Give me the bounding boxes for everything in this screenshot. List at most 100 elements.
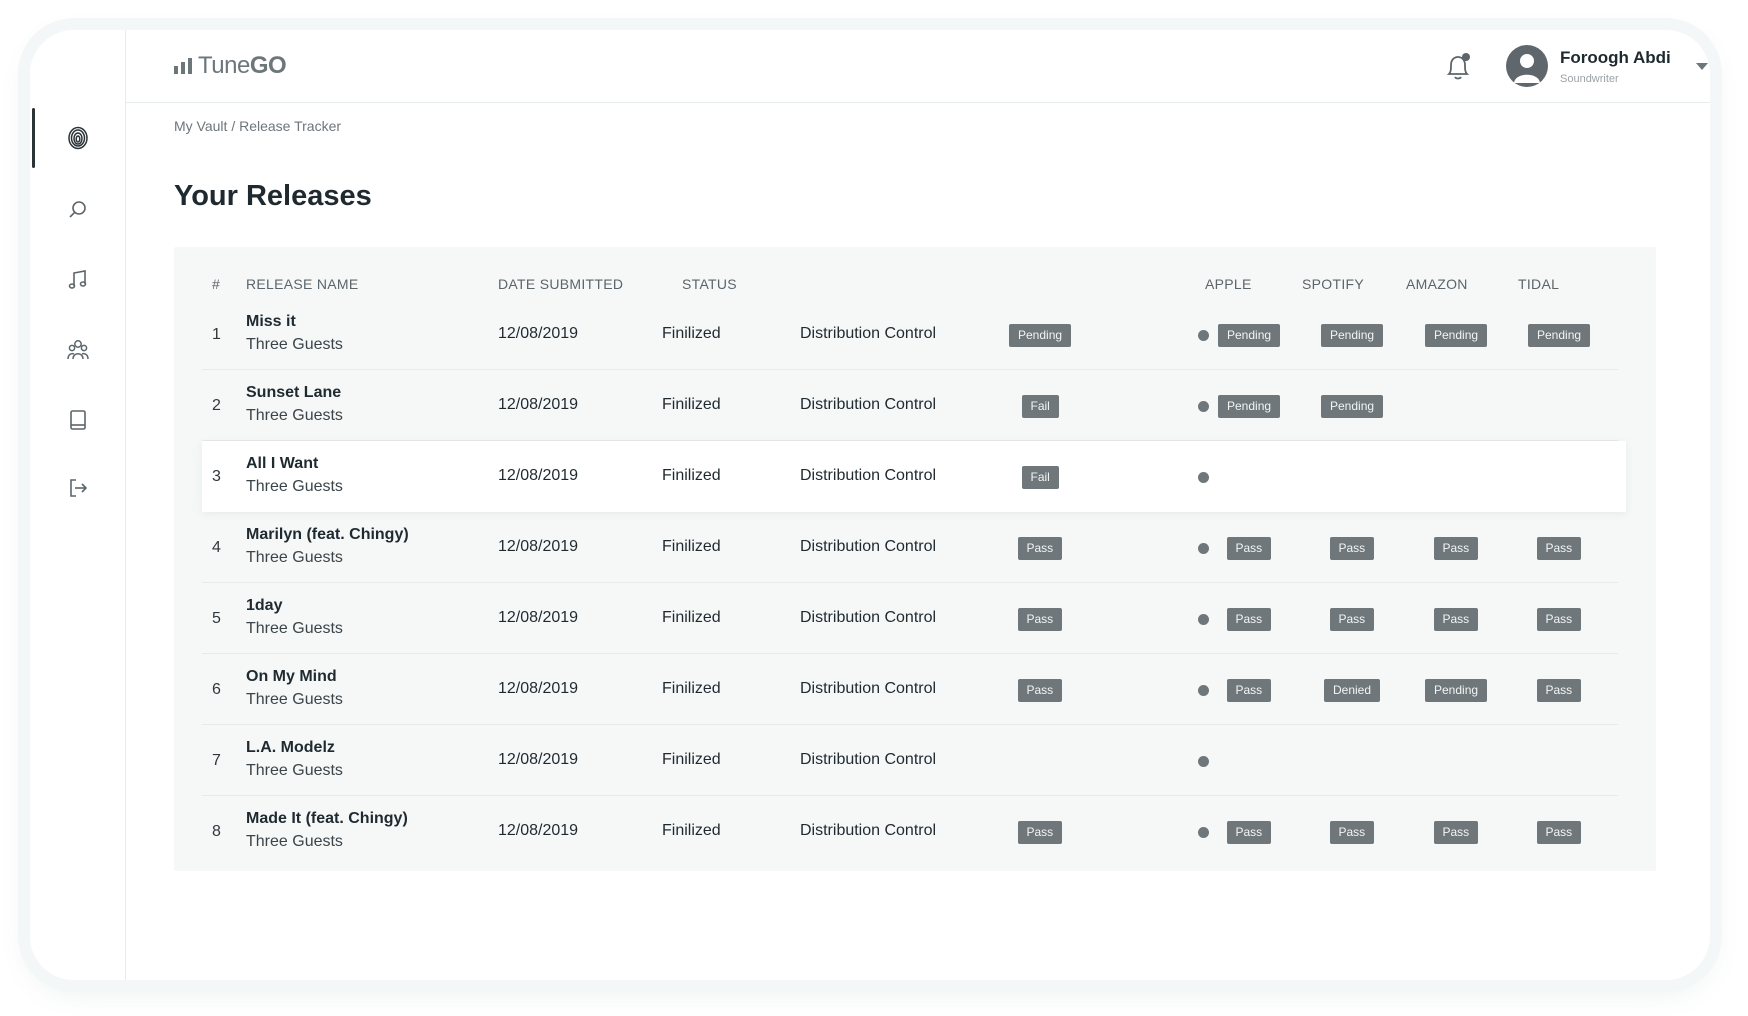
date-submitted: 12/08/2019: [498, 609, 579, 626]
col-header-num: #: [212, 276, 221, 292]
avatar[interactable]: [1506, 45, 1548, 87]
release-name[interactable]: Sunset Lane: [246, 384, 341, 402]
status-dot: [1198, 401, 1209, 412]
overall-status-badge: Fail: [1021, 466, 1059, 489]
table-row[interactable]: 5 1day Three Guests 12/08/2019 Finilized Dist…: [202, 583, 1618, 654]
spotify-status-badge: Pending: [1321, 324, 1384, 347]
music-note-icon: [68, 270, 87, 289]
breadcrumb[interactable]: My Vault / Release Tracker: [174, 118, 341, 134]
table-row[interactable]: 3 All I Want Three Guests 12/08/2019 Finiliz…: [202, 441, 1626, 512]
release-name[interactable]: 1day: [246, 597, 282, 615]
date-submitted: 12/08/2019: [498, 680, 579, 697]
distribution-control-link[interactable]: Distribution Control: [800, 680, 936, 698]
table-row[interactable]: 1 Miss it Three Guests 12/08/2019 Finilized D…: [202, 299, 1618, 370]
apple-status-badge: Pending: [1218, 395, 1281, 418]
date-submitted: 12/08/2019: [498, 538, 579, 555]
col-header-status[interactable]: STATUS: [682, 276, 737, 292]
user-name[interactable]: Foroogh Abdi: [1560, 48, 1671, 68]
chevron-down-icon[interactable]: [1696, 63, 1708, 70]
release-artist: Three Guests: [246, 336, 343, 353]
table-row[interactable]: 4 Marilyn (feat. Chingy) Three Guests 12/08…: [202, 512, 1618, 583]
fingerprint-icon: [68, 126, 88, 150]
table-row[interactable]: 6 On My Mind Three Guests 12/08/2019 Finiliz…: [202, 654, 1618, 725]
release-artist: Three Guests: [246, 407, 343, 424]
release-status: Finilized: [662, 325, 721, 342]
sidebar-item-logout[interactable]: [30, 458, 126, 518]
release-artist: Three Guests: [246, 549, 343, 566]
release-artist: Three Guests: [246, 833, 343, 850]
tunego-logo[interactable]: Tune GO: [174, 52, 287, 80]
tidal-status-badge: Pass: [1536, 608, 1582, 631]
distribution-control-link[interactable]: Distribution Control: [800, 822, 936, 840]
col-header-amazon: AMAZON: [1406, 276, 1468, 292]
notification-bell[interactable]: [1443, 50, 1475, 84]
sidebar-item-vault[interactable]: [30, 108, 126, 168]
app-window: Tune GO Foroogh Abdi Soundwriter My Vault…: [30, 30, 1710, 980]
status-dot: [1198, 330, 1209, 341]
overall-status-badge: Pass: [1017, 608, 1063, 631]
distribution-control-link[interactable]: Distribution Control: [800, 396, 936, 414]
col-header-date-submitted[interactable]: DATE SUBMITTED: [498, 276, 623, 292]
release-artist: Three Guests: [246, 762, 343, 779]
status-dot: [1198, 614, 1209, 625]
bell-icon: [1446, 53, 1470, 80]
release-name[interactable]: L.A. Modelz: [246, 739, 335, 757]
release-status: Finilized: [662, 751, 721, 768]
table-row[interactable]: 7 L.A. Modelz Three Guests 12/08/2019 Finili…: [202, 725, 1618, 796]
sidebar-item-library[interactable]: [30, 390, 126, 450]
page-title: Your Releases: [174, 180, 372, 212]
table-row[interactable]: 2 Sunset Lane Three Guests 12/08/2019 Finili…: [202, 370, 1618, 441]
release-status: Finilized: [662, 822, 721, 839]
releases-table: # RELEASE NAME DATE SUBMITTED STATUS APP…: [174, 247, 1656, 871]
row-number: 2: [212, 397, 221, 414]
distribution-control-link[interactable]: Distribution Control: [800, 751, 936, 769]
date-submitted: 12/08/2019: [498, 396, 579, 413]
amazon-status-badge: Pass: [1433, 608, 1479, 631]
release-name[interactable]: Marilyn (feat. Chingy): [246, 526, 409, 544]
tidal-status-badge: Pass: [1536, 537, 1582, 560]
table-row[interactable]: 8 Made It (feat. Chingy) Three Guests 12/08…: [202, 796, 1618, 867]
user-role: Soundwriter: [1560, 73, 1619, 85]
release-status: Finilized: [662, 609, 721, 626]
distribution-control-link[interactable]: Distribution Control: [800, 538, 936, 556]
col-header-apple: APPLE: [1205, 276, 1252, 292]
date-submitted: 12/08/2019: [498, 325, 579, 342]
release-name[interactable]: Made It (feat. Chingy): [246, 810, 408, 828]
tidal-status-badge: Pass: [1536, 679, 1582, 702]
status-dot: [1198, 756, 1209, 767]
col-header-spotify: SPOTIFY: [1302, 276, 1364, 292]
users-icon: [67, 340, 89, 360]
release-name[interactable]: On My Mind: [246, 668, 337, 686]
date-submitted: 12/08/2019: [498, 467, 579, 484]
col-header-release-name[interactable]: RELEASE NAME: [246, 276, 359, 292]
user-icon: [1514, 54, 1540, 83]
amazon-status-badge: Pass: [1433, 821, 1479, 844]
col-header-tidal: TIDAL: [1518, 276, 1560, 292]
row-number: 5: [212, 610, 221, 627]
row-number: 6: [212, 681, 221, 698]
apple-status-badge: Pass: [1226, 537, 1272, 560]
release-artist: Three Guests: [246, 691, 343, 708]
logout-icon: [70, 479, 88, 497]
release-name[interactable]: Miss it: [246, 313, 296, 331]
spotify-status-badge: Pass: [1329, 537, 1375, 560]
release-artist: Three Guests: [246, 478, 343, 495]
distribution-control-link[interactable]: Distribution Control: [800, 467, 936, 485]
release-status: Finilized: [662, 467, 721, 484]
distribution-control-link[interactable]: Distribution Control: [800, 325, 936, 343]
sidebar-item-search[interactable]: [30, 180, 126, 240]
release-status: Finilized: [662, 538, 721, 555]
tidal-status-badge: Pass: [1536, 821, 1582, 844]
row-number: 4: [212, 539, 221, 556]
date-submitted: 12/08/2019: [498, 822, 579, 839]
release-name[interactable]: All I Want: [246, 455, 318, 473]
sidebar-item-music[interactable]: [30, 250, 126, 310]
sidebar-item-users[interactable]: [30, 320, 126, 380]
overall-status-badge: Pass: [1017, 821, 1063, 844]
distribution-control-link[interactable]: Distribution Control: [800, 609, 936, 627]
sidebar: [30, 30, 126, 980]
row-number: 3: [212, 468, 221, 485]
apple-status-badge: Pass: [1226, 608, 1272, 631]
amazon-status-badge: Pending: [1425, 324, 1488, 347]
logo-text: Tune: [198, 52, 250, 79]
